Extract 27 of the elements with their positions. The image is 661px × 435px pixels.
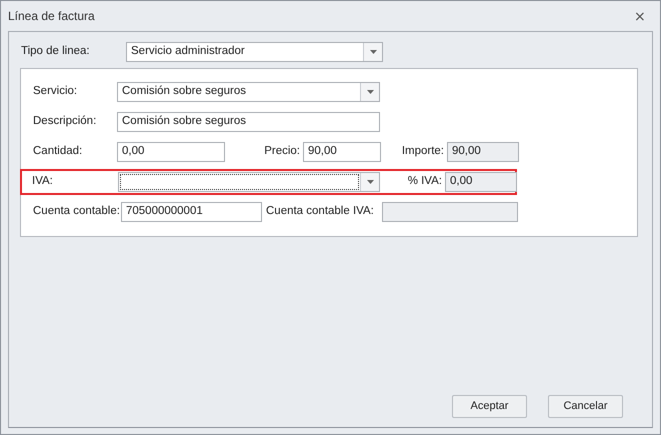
input-field[interactable]: 90,00 [447,142,519,162]
field-label: IVA: [31,175,54,189]
dropdown-field[interactable] [118,172,380,192]
close-button[interactable]: ⨯ [634,9,646,23]
window-title: Línea de factura [8,8,95,24]
input-field[interactable]: 0,00 [117,142,225,162]
input-field[interactable] [382,202,518,222]
input-field[interactable]: 0,00 [445,172,517,192]
dropdown-arrow-icon [366,90,374,94]
dialog-button[interactable]: Cancelar [548,395,623,418]
dropdown-arrow-icon [366,180,374,184]
field-label: % IVA: [406,175,443,189]
field-label: Importe: [400,145,445,159]
field-label: Cuenta contable: [32,205,121,219]
line-type-dropdown[interactable]: Servicio administrador [126,42,383,62]
field-label: Cantidad: [32,145,84,159]
field-label: Cuenta contable IVA: [265,205,375,219]
dropdown-arrow-icon [370,50,376,54]
field-label: Descripción: [32,115,98,129]
field-label: Servicio: [32,85,78,99]
input-field[interactable]: Comisión sobre seguros [117,112,380,132]
input-field[interactable]: 90,00 [303,142,381,162]
input-field[interactable]: 705000000001 [121,202,262,222]
dropdown-field[interactable]: Comisión sobre seguros [117,82,380,102]
dialog-button[interactable]: Aceptar [452,395,527,418]
field-label: Precio: [263,145,301,159]
field-label: Tipo de linea: [20,45,91,59]
